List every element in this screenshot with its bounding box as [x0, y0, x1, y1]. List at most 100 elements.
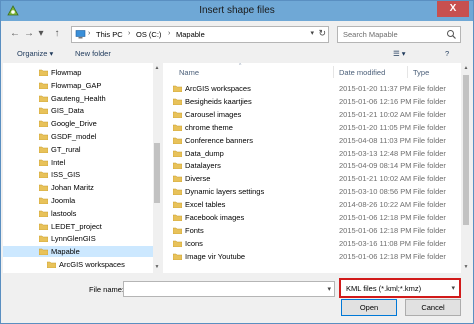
file-list-row[interactable]: Icons 2015-03-16 11:08 PM File folder — [169, 238, 463, 249]
address-dropdown-icon[interactable]: ▾ — [310, 29, 314, 37]
breadcrumb-this-pc[interactable]: This PC — [96, 30, 123, 39]
nav-tree-item[interactable]: Intel — [3, 157, 160, 168]
title-bar[interactable]: Insert shape files X — [1, 1, 473, 21]
file-list-row[interactable]: Diverse 2015-01-21 10:02 AM File folder — [169, 173, 463, 184]
scroll-down-arrow[interactable]: ▼ — [153, 263, 161, 271]
nav-tree-item[interactable]: LEDET_project — [3, 221, 160, 232]
file-list-row[interactable]: Excel tables 2014-08-26 10:22 AM File fold… — [169, 199, 463, 210]
navigation-scroll-thumb[interactable] — [154, 143, 160, 203]
file-list-row[interactable]: Dynamic layers settings 2015-03-10 08:56 … — [169, 186, 463, 197]
column-header-type[interactable]: Type — [413, 68, 429, 77]
scroll-down-arrow[interactable]: ▼ — [462, 263, 470, 271]
file-list-scrollbar[interactable]: ▲ ▼ — [461, 63, 471, 273]
file-name-cell: Excel tables — [185, 200, 226, 210]
view-options-button[interactable]: ☰ ▾ — [393, 49, 406, 58]
nav-tree-item[interactable]: Johan Maritz — [3, 182, 160, 193]
column-header-name[interactable]: Name — [179, 68, 199, 77]
nav-tree-item[interactable]: GT_rural — [3, 144, 160, 155]
nav-tree-item[interactable]: GSDF_model — [3, 131, 160, 142]
file-name-cell: Datalayers — [185, 161, 221, 171]
folder-icon — [39, 236, 48, 243]
breadcrumb-mapable[interactable]: Mapable — [176, 30, 205, 39]
column-divider[interactable] — [333, 66, 334, 78]
search-placeholder: Search Mapable — [343, 30, 398, 39]
file-list-row[interactable]: Fonts 2015-01-06 12:18 PM File folder — [169, 225, 463, 236]
navigation-scrollbar[interactable]: ▲ ▼ — [153, 63, 161, 273]
scroll-up-arrow[interactable]: ▲ — [153, 64, 161, 72]
nav-tree-item[interactable]: LynnGlenGIS — [3, 233, 160, 244]
breadcrumb-separator[interactable]: › — [168, 30, 170, 37]
file-list-row[interactable]: Datalayers 2015-04-09 08:14 PM File folder — [169, 160, 463, 171]
nav-tree-item[interactable]: ArcGIS workspaces — [3, 259, 160, 270]
file-list-row[interactable]: Image vir Youtube 2015-01-06 12:18 PM File… — [169, 251, 463, 262]
search-input[interactable]: Search Mapable — [337, 26, 461, 43]
cancel-button[interactable]: Cancel — [405, 299, 461, 316]
nav-tree-item[interactable]: Google_Drive — [3, 118, 160, 129]
organize-button[interactable]: Organize ▾ — [17, 49, 53, 58]
nav-tree-item[interactable]: Mapable — [3, 246, 160, 258]
nav-tree-item-label: GSDF_model — [51, 132, 97, 141]
folder-icon — [173, 240, 182, 247]
recent-locations-button[interactable]: ▾ — [37, 28, 45, 40]
navigation-pane: Flowmap Flowmap_GAP Gauteng_Health GIS_Data… — [3, 63, 161, 273]
nav-tree-item[interactable]: ISS_GIS — [3, 169, 160, 180]
nav-tree-item[interactable]: Flowmap — [3, 67, 160, 78]
folder-icon — [39, 248, 48, 256]
breadcrumb-os-c[interactable]: OS (C:) — [136, 30, 161, 39]
folder-icon — [39, 95, 48, 102]
file-list-row[interactable]: Carousel images 2015-01-21 10:02 AM File f… — [169, 109, 463, 120]
file-list-scroll-thumb[interactable] — [463, 75, 469, 225]
file-type-cell: File folder — [413, 109, 446, 119]
folder-icon — [39, 172, 48, 179]
nav-tree-item-label: ISS_GIS — [51, 170, 81, 180]
file-type-cell: File folder — [413, 251, 446, 261]
close-button[interactable]: X — [437, 1, 469, 17]
help-icon[interactable]: ? — [445, 49, 449, 58]
file-name-input[interactable]: ▾ — [123, 281, 335, 297]
forward-button[interactable]: → — [23, 28, 35, 40]
open-button[interactable]: Open — [341, 299, 397, 316]
chevron-down-icon[interactable]: ▾ — [327, 285, 331, 293]
file-type-filter-select[interactable]: KML files (*.kml;*.kmz) ▾ — [339, 278, 461, 298]
nav-tree-item[interactable]: Joomla — [3, 195, 160, 206]
folder-icon — [173, 201, 182, 209]
folder-icon — [39, 82, 48, 89]
file-type-cell: File folder — [413, 200, 446, 210]
file-name-cell: Dynamic layers settings — [185, 187, 265, 197]
file-date-cell: 2015-04-08 11:03 PM — [339, 135, 411, 145]
nav-tree-item-label: Mapable — [51, 247, 80, 257]
file-list-row[interactable]: Besigheids kaartjies 2015-01-06 12:16 PM F… — [169, 96, 463, 107]
folder-icon — [173, 214, 182, 221]
file-list-row[interactable]: Data_dump 2015-03-13 12:48 PM File folder — [169, 148, 463, 159]
address-bar[interactable]: › This PC › OS (C:) › Mapable ▾ ↻ — [71, 26, 329, 43]
column-header-date[interactable]: Date modified — [339, 68, 385, 77]
up-button[interactable]: ↑ — [51, 28, 63, 40]
search-icon[interactable] — [446, 29, 457, 40]
folder-icon — [173, 85, 182, 92]
refresh-icon[interactable]: ↻ — [318, 28, 326, 39]
file-date-cell: 2015-01-06 12:16 PM — [339, 96, 412, 106]
file-list-row[interactable]: Conference banners 2015-04-08 11:03 PM Fil… — [169, 135, 463, 146]
back-button[interactable]: ← — [9, 28, 21, 40]
nav-tree-item[interactable]: Gauteng_Health — [3, 93, 160, 104]
chevron-down-icon[interactable]: ▾ — [451, 284, 455, 292]
folder-icon — [39, 223, 48, 230]
nav-tree-item[interactable]: Flowmap_GAP — [3, 80, 160, 91]
file-name-cell: Icons — [185, 238, 203, 248]
file-list-row[interactable]: ArcGIS workspaces 2015-01-20 11:37 PM File… — [169, 83, 463, 94]
file-list-row[interactable]: Facebook images 2015-01-06 12:18 PM File f… — [169, 212, 463, 223]
file-date-cell: 2014-08-26 10:22 AM — [339, 200, 412, 210]
file-list-row[interactable]: chrome theme 2015-01-20 11:05 PM File fold… — [169, 122, 463, 133]
column-divider[interactable] — [407, 66, 408, 78]
new-folder-button[interactable]: New folder — [75, 49, 111, 58]
file-name-cell: Fonts — [185, 225, 204, 235]
nav-tree-item[interactable]: lastools — [3, 208, 160, 219]
file-type-cell: File folder — [413, 122, 446, 132]
nav-tree-item[interactable]: GIS_Data — [3, 105, 160, 116]
nav-tree-item-label: Flowmap_GAP — [51, 80, 102, 90]
file-type-cell: File folder — [413, 238, 446, 248]
file-name-cell: ArcGIS workspaces — [185, 84, 251, 93]
breadcrumb-separator[interactable]: › — [128, 30, 130, 37]
scroll-up-arrow[interactable]: ▲ — [462, 64, 470, 72]
nav-tree-item-label: Flowmap — [51, 68, 82, 77]
